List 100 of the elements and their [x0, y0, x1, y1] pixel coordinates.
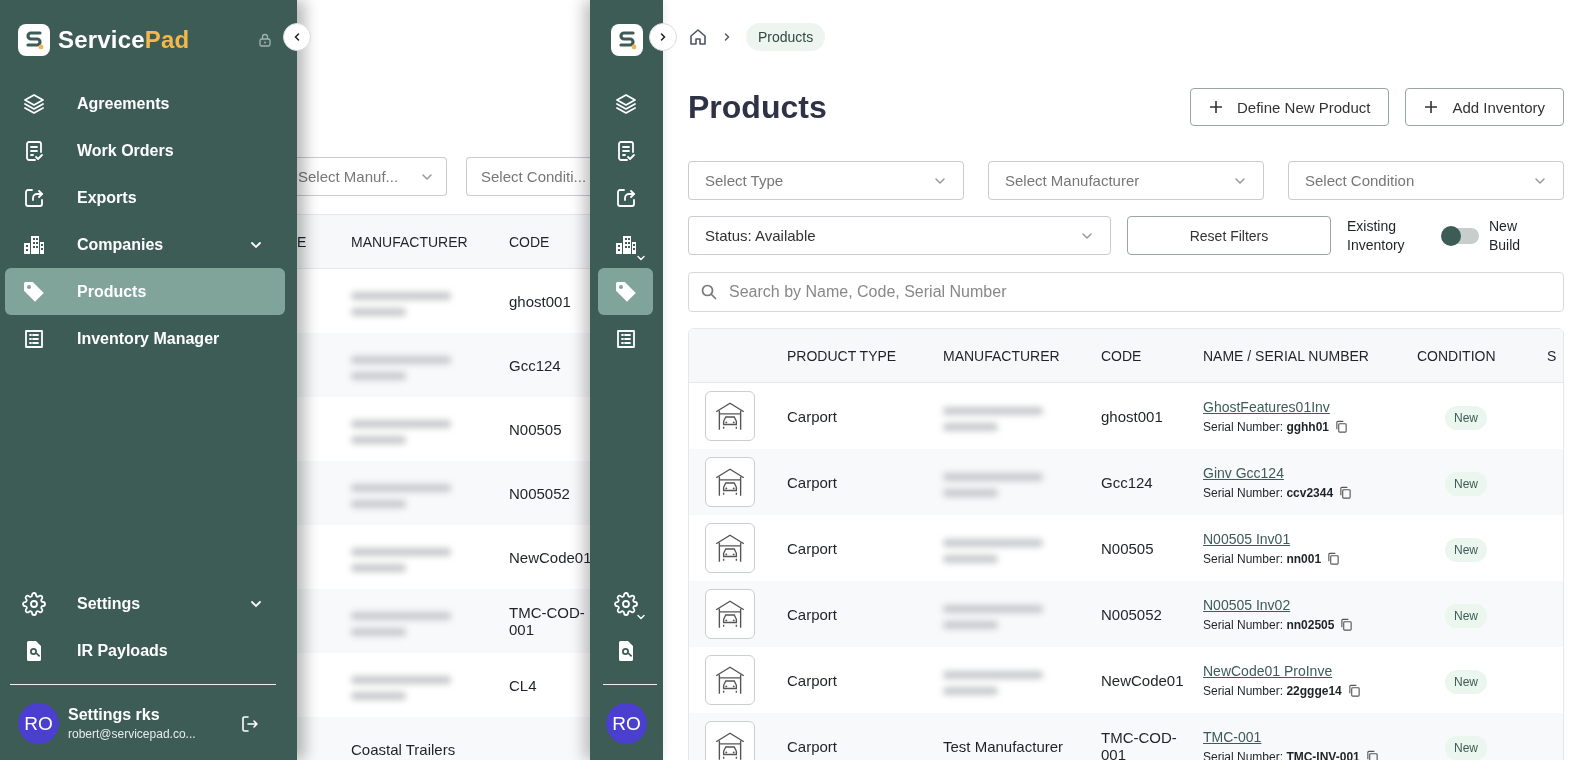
chevron-down-icon	[636, 612, 646, 622]
serial-number: Serial Number: ccv2344	[1203, 485, 1334, 500]
column-header: NAME / SERIAL NUMBER	[1203, 347, 1370, 364]
table-cell-text: ghost001	[1101, 407, 1164, 425]
nav-item[interactable]: Work Orders	[5, 127, 285, 174]
table-cell: TMC-COD-001	[509, 604, 585, 638]
select-field[interactable]: Select Manufacturer	[988, 161, 1264, 200]
user-avatar[interactable]: RO	[18, 703, 59, 744]
column-header: MANUFACTURER	[943, 347, 1061, 364]
user-avatar[interactable]: RO	[606, 703, 647, 744]
nav-item[interactable]: Settings	[5, 580, 285, 627]
brand-name: ServicePad	[58, 26, 190, 54]
table-cell: ghost001	[509, 292, 571, 310]
table-cell-text: Carport	[787, 671, 839, 689]
table-cell: N005052	[509, 484, 570, 502]
copy-icon[interactable]	[1327, 552, 1341, 565]
collapse-sidebar-button[interactable]	[283, 23, 311, 51]
layers-icon	[613, 91, 638, 116]
table-cell: CL4	[509, 676, 537, 694]
action-button[interactable]: Add Inventory	[1405, 88, 1564, 126]
tag-icon	[22, 279, 46, 304]
chevron-left-icon	[292, 32, 302, 42]
layers-icon	[22, 91, 46, 116]
column-header: E	[297, 233, 308, 250]
table-cell: N00505	[509, 420, 562, 438]
table-cell-text: Gcc124	[1101, 473, 1154, 491]
column-header: PRODUCT TYPE	[787, 347, 898, 364]
user-name: Settings rks	[68, 706, 161, 724]
column-header: MANUFACTURER	[351, 233, 469, 250]
chevron-right-icon	[658, 32, 668, 42]
home-icon[interactable]	[688, 27, 708, 47]
condition-badge: New	[1445, 471, 1487, 496]
column-header: CODE	[1101, 347, 1143, 364]
search-icon	[700, 283, 718, 301]
column-header: CONDITION	[1417, 347, 1497, 364]
table-cell-text: Carport	[787, 407, 839, 425]
status-select[interactable]: Status: Available	[688, 216, 1111, 255]
product-link[interactable]: N00505 Inv02	[1203, 596, 1291, 613]
chevron-down-icon	[636, 253, 646, 263]
copy-icon[interactable]	[1335, 420, 1349, 433]
condition-badge: New	[1445, 405, 1487, 430]
table-cell-text: N00505	[1101, 539, 1155, 557]
reset-filters-button[interactable]: Reset Filters	[1127, 216, 1331, 255]
serial-number: Serial Number: nn001	[1203, 551, 1322, 566]
nav-item[interactable]: Agreements	[5, 80, 285, 127]
logout-icon[interactable]	[240, 713, 260, 734]
serial-number: Serial Number: gghh01	[1203, 419, 1330, 434]
table-cell-text: N005052	[1101, 605, 1163, 623]
nav-item[interactable]: Inventory Manager	[5, 315, 285, 362]
table-cell: Gcc124	[509, 356, 561, 374]
settings-icon	[613, 591, 638, 616]
table-cell: Coastal Trailers	[351, 740, 456, 758]
tag-icon	[613, 279, 638, 304]
breadcrumb-current[interactable]: Products	[746, 23, 826, 51]
toggle-label: Existing Inventory	[1347, 216, 1406, 255]
table-cell-text: Carport	[787, 737, 839, 755]
select-field[interactable]: Select Type	[688, 161, 964, 200]
condition-badge: New	[1445, 537, 1487, 562]
column-header: CODE	[509, 233, 551, 250]
column-header: S	[1547, 347, 1558, 364]
copy-icon[interactable]	[1340, 618, 1354, 631]
product-link[interactable]: Ginv Gcc124	[1203, 464, 1284, 481]
table-cell-text: NewCode01	[1101, 671, 1185, 689]
serial-number: Serial Number: nn02505	[1203, 617, 1335, 632]
page-title: Products	[688, 88, 827, 126]
search-field[interactable]: Search by Name, Code, Serial Number	[688, 272, 1564, 312]
select-field[interactable]: Select Condition	[1288, 161, 1564, 200]
select-field[interactable]: Select Manuf...	[297, 157, 447, 196]
logo-icon	[18, 24, 50, 56]
condition-badge: New	[1445, 735, 1487, 760]
plus-icon	[1424, 100, 1439, 114]
settings-icon	[22, 591, 46, 616]
product-link[interactable]: N00505 Inv01	[1203, 530, 1291, 547]
product-link[interactable]: TMC-001	[1203, 728, 1262, 745]
table-cell-text: Carport	[787, 473, 839, 491]
inventory-toggle[interactable]	[1443, 227, 1479, 244]
toggle-label: New Build	[1489, 216, 1522, 255]
action-button[interactable]: Define New Product	[1190, 88, 1390, 126]
expand-sidebar-button[interactable]	[649, 23, 677, 51]
condition-badge: New	[1445, 669, 1487, 694]
nav-item[interactable]: Companies	[5, 221, 285, 268]
serial-number: Serial Number: 22ggge14	[1203, 683, 1342, 698]
table-cell: Test Manufacturer	[943, 737, 1064, 755]
product-link[interactable]: NewCode01 ProInve	[1203, 662, 1333, 679]
copy-icon[interactable]	[1339, 486, 1353, 499]
nav-item[interactable]: Exports	[5, 174, 285, 221]
product-link[interactable]: GhostFeatures01Inv	[1203, 398, 1330, 415]
table-cell-text: TMC-COD-001	[1101, 729, 1178, 760]
plus-icon	[1209, 100, 1224, 114]
user-email: robert@servicepad.co...	[68, 727, 197, 741]
nav-item[interactable]: IR Payloads	[5, 627, 285, 674]
chevron-right-icon	[722, 32, 732, 42]
copy-icon[interactable]	[1347, 684, 1361, 697]
table-cell-text: Carport	[787, 605, 839, 623]
logo-icon	[611, 24, 643, 56]
serial-number: Serial Number: TMC-INV-001	[1203, 749, 1360, 760]
table-cell: NewCode01	[509, 548, 590, 566]
copy-icon[interactable]	[1365, 750, 1379, 760]
lock-icon[interactable]	[259, 33, 271, 47]
condition-badge: New	[1445, 603, 1487, 628]
